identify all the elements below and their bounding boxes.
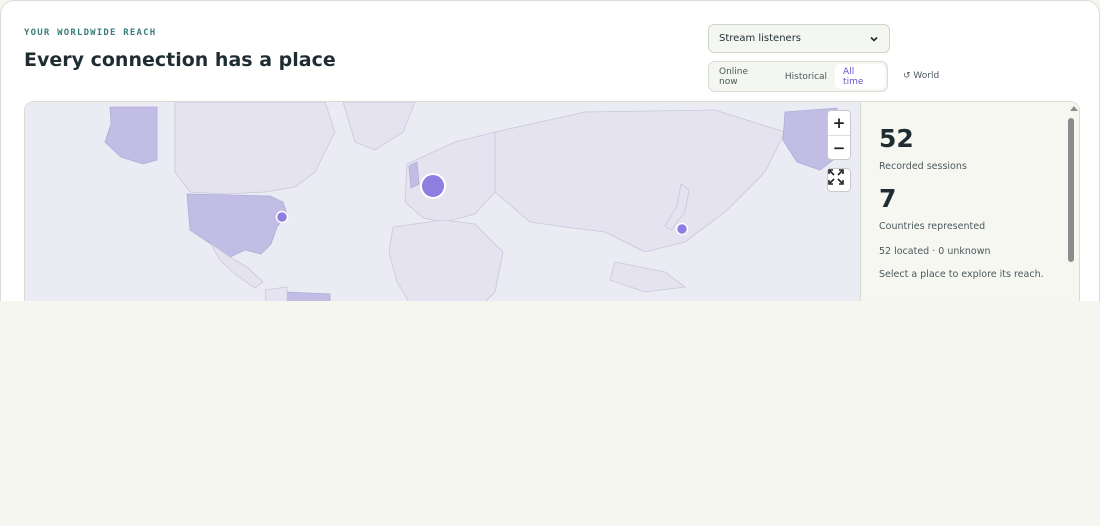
countries-count: 7 [879, 184, 897, 213]
land-alaska[interactable] [104, 106, 158, 165]
land-united-kingdom[interactable] [408, 161, 420, 189]
sessions-label: Recorded sessions [879, 161, 967, 172]
time-filter: Online now Historical All time [708, 61, 888, 92]
scroll-thumb[interactable] [1068, 118, 1074, 262]
countries-label: Countries represented [879, 221, 986, 232]
zoom-control: + − [827, 110, 851, 160]
reset-world-link[interactable]: ↺ World [903, 71, 939, 81]
fullscreen-button[interactable] [827, 168, 851, 192]
section-eyebrow: YOUR WORLDWIDE REACH [24, 28, 157, 38]
land-greenland[interactable] [342, 102, 416, 151]
land-south-america-north[interactable] [264, 286, 288, 301]
land-asia[interactable] [494, 109, 786, 253]
filter-historical[interactable]: Historical [777, 64, 835, 89]
marker-europe[interactable] [420, 173, 446, 199]
marker-united-states-east[interactable] [275, 210, 289, 224]
world-map[interactable]: + − [25, 102, 861, 301]
metric-select-value: Stream listeners [719, 33, 802, 44]
page-title: Every connection has a place [24, 49, 336, 71]
reach-card: YOUR WORLDWIDE REACH Every connection ha… [0, 0, 1100, 301]
metric-select[interactable]: Stream listeners [708, 24, 890, 53]
land-canada[interactable] [174, 102, 336, 195]
chevron-down-icon [870, 36, 878, 42]
filter-online-now[interactable]: Online now [711, 64, 777, 89]
marker-japan[interactable] [675, 222, 689, 236]
zoom-in-button[interactable]: + [828, 111, 850, 135]
filter-all-time[interactable]: All time [835, 64, 885, 89]
located-summary: 52 located · 0 unknown [879, 246, 991, 257]
stats-panel: 52 Recorded sessions 7 Countries represe… [879, 116, 1059, 280]
land-southeast-asia[interactable] [609, 261, 687, 293]
land-brazil[interactable] [286, 291, 331, 301]
stats-scrollbar[interactable] [1067, 116, 1075, 301]
select-hint: Select a place to explore its reach. [879, 269, 1044, 280]
zoom-out-button[interactable]: − [828, 135, 850, 160]
land-africa[interactable] [388, 219, 504, 301]
sessions-count: 52 [879, 124, 914, 153]
world-map-svg [104, 102, 838, 301]
scroll-up-arrow[interactable] [1070, 106, 1078, 111]
expand-icon [828, 169, 844, 185]
map-panel: + − 52 Recorded sessions 7 Countries rep… [24, 101, 1080, 301]
land-united-states[interactable] [186, 193, 288, 258]
